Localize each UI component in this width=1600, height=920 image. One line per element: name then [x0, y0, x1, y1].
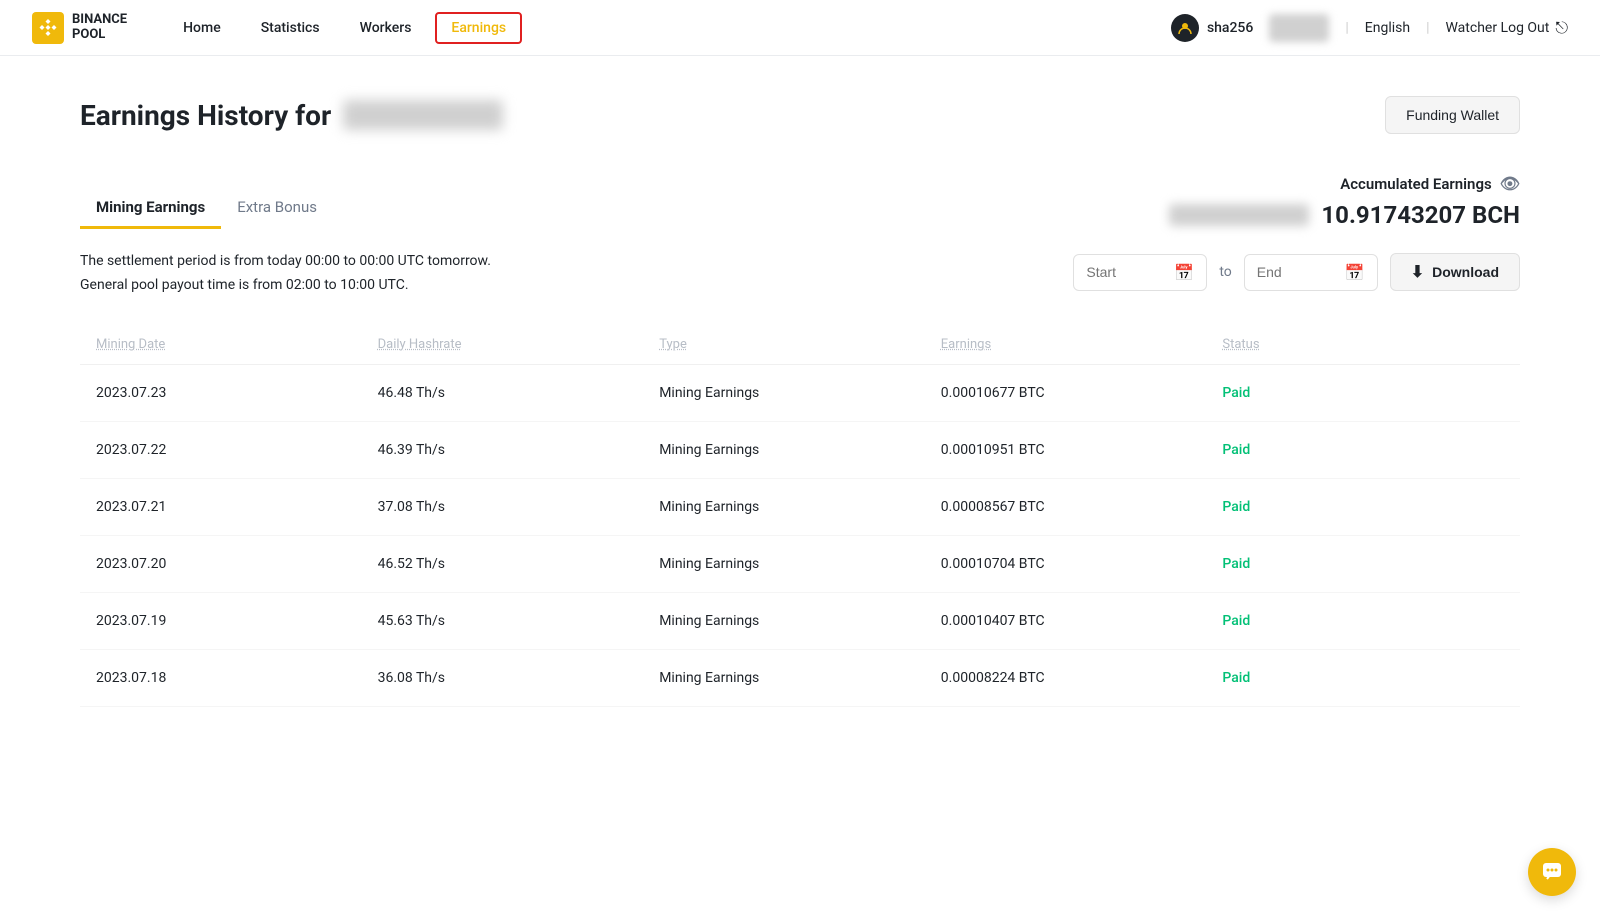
- cell-date: 2023.07.18: [96, 670, 378, 686]
- col-status: Status: [1222, 337, 1504, 352]
- cell-date: 2023.07.22: [96, 442, 378, 458]
- cell-earnings: 0.00010677 BTC: [941, 385, 1223, 401]
- cell-type: Mining Earnings: [659, 556, 941, 572]
- nav-item-workers[interactable]: Workers: [344, 12, 428, 44]
- cell-type: Mining Earnings: [659, 613, 941, 629]
- chat-bubble-button[interactable]: [1528, 848, 1576, 896]
- earnings-table: Mining Date Daily Hashrate Type Earnings…: [80, 325, 1520, 707]
- header: BINANCE POOL Home Statistics Workers Ear…: [0, 0, 1600, 56]
- cell-hashrate: 45.63 Th/s: [378, 613, 660, 629]
- logout-icon: ⎋: [1555, 18, 1568, 38]
- end-date-field[interactable]: [1257, 264, 1337, 280]
- username-blur: [343, 100, 503, 130]
- cell-hashrate: 46.52 Th/s: [378, 556, 660, 572]
- cell-hashrate: 37.08 Th/s: [378, 499, 660, 515]
- start-date-field[interactable]: [1086, 264, 1166, 280]
- cell-status: Paid: [1222, 670, 1504, 686]
- accumulated-value-row: 10.91743207 BCH: [1169, 201, 1520, 229]
- funding-wallet-button[interactable]: Funding Wallet: [1385, 96, 1520, 134]
- cell-status: Paid: [1222, 499, 1504, 515]
- cell-date: 2023.07.20: [96, 556, 378, 572]
- table-row: 2023.07.18 36.08 Th/s Mining Earnings 0.…: [80, 650, 1520, 707]
- settlement-info: The settlement period is from today 00:0…: [80, 253, 491, 269]
- col-daily-hashrate: Daily Hashrate: [378, 337, 660, 352]
- date-range-row: 📅 to 📅 ⬇ Download: [1073, 253, 1520, 291]
- cell-type: Mining Earnings: [659, 385, 941, 401]
- accumulated-label: Accumulated Earnings 👁: [1169, 174, 1520, 193]
- start-date-input[interactable]: 📅: [1073, 254, 1207, 291]
- accumulated-section: Accumulated Earnings 👁 10.91743207 BCH: [1169, 174, 1520, 229]
- cell-status: Paid: [1222, 385, 1504, 401]
- cell-hashrate: 36.08 Th/s: [378, 670, 660, 686]
- cell-earnings: 0.00010704 BTC: [941, 556, 1223, 572]
- accumulated-value: 10.91743207 BCH: [1321, 201, 1520, 229]
- table-row: 2023.07.19 45.63 Th/s Mining Earnings 0.…: [80, 593, 1520, 650]
- cell-earnings: 0.00008224 BTC: [941, 670, 1223, 686]
- cell-earnings: 0.00010951 BTC: [941, 442, 1223, 458]
- binance-logo-icon: [32, 12, 64, 44]
- header-right: sha256 | English | Watcher Log Out ⎋: [1171, 14, 1568, 42]
- cell-date: 2023.07.19: [96, 613, 378, 629]
- tab-list: Mining Earnings Extra Bonus: [80, 188, 333, 229]
- download-icon: ⬇: [1411, 262, 1424, 282]
- username-label: sha256: [1207, 20, 1253, 36]
- nav-item-earnings[interactable]: Earnings: [435, 12, 522, 44]
- cell-hashrate: 46.48 Th/s: [378, 385, 660, 401]
- table-header: Mining Date Daily Hashrate Type Earnings…: [80, 325, 1520, 365]
- accumulated-blur: [1169, 204, 1309, 226]
- download-button[interactable]: ⬇ Download: [1390, 253, 1520, 291]
- main-content: Earnings History for Funding Wallet Mini…: [0, 56, 1600, 747]
- info-section: The settlement period is from today 00:0…: [80, 253, 491, 301]
- cell-earnings: 0.00008567 BTC: [941, 499, 1223, 515]
- table-row: 2023.07.20 46.52 Th/s Mining Earnings 0.…: [80, 536, 1520, 593]
- col-mining-date: Mining Date: [96, 337, 378, 352]
- language-selector[interactable]: English: [1365, 20, 1410, 36]
- end-calendar-icon[interactable]: 📅: [1345, 263, 1365, 282]
- user-info: sha256: [1171, 14, 1253, 42]
- col-type: Type: [659, 337, 941, 352]
- logo[interactable]: BINANCE POOL: [32, 12, 127, 44]
- tabs-row: Mining Earnings Extra Bonus Accumulated …: [80, 174, 1520, 229]
- cell-date: 2023.07.23: [96, 385, 378, 401]
- lang-divider: |: [1345, 20, 1348, 36]
- nav-item-home[interactable]: Home: [167, 12, 237, 44]
- page-header: Earnings History for Funding Wallet: [80, 96, 1520, 134]
- tab-mining-earnings[interactable]: Mining Earnings: [80, 188, 221, 229]
- cell-status: Paid: [1222, 442, 1504, 458]
- table-row: 2023.07.23 46.48 Th/s Mining Earnings 0.…: [80, 365, 1520, 422]
- cell-hashrate: 46.39 Th/s: [378, 442, 660, 458]
- start-calendar-icon[interactable]: 📅: [1174, 263, 1194, 282]
- tab-extra-bonus[interactable]: Extra Bonus: [221, 188, 333, 229]
- user-icon: [1171, 14, 1199, 42]
- cell-type: Mining Earnings: [659, 442, 941, 458]
- to-label: to: [1219, 264, 1231, 280]
- cell-type: Mining Earnings: [659, 499, 941, 515]
- cell-date: 2023.07.21: [96, 499, 378, 515]
- cell-status: Paid: [1222, 556, 1504, 572]
- table-body: 2023.07.23 46.48 Th/s Mining Earnings 0.…: [80, 365, 1520, 707]
- col-earnings: Earnings: [941, 337, 1223, 352]
- lang-divider2: |: [1426, 20, 1429, 36]
- cell-type: Mining Earnings: [659, 670, 941, 686]
- eye-toggle-icon[interactable]: 👁: [1500, 174, 1520, 193]
- logo-text: BINANCE POOL: [72, 13, 127, 42]
- main-nav: Home Statistics Workers Earnings: [167, 12, 1171, 44]
- table-row: 2023.07.21 37.08 Th/s Mining Earnings 0.…: [80, 479, 1520, 536]
- end-date-input[interactable]: 📅: [1244, 254, 1378, 291]
- payout-info: General pool payout time is from 02:00 t…: [80, 277, 491, 293]
- watcher-logout-button[interactable]: Watcher Log Out ⎋: [1445, 18, 1568, 38]
- cell-earnings: 0.00010407 BTC: [941, 613, 1223, 629]
- chat-icon: [1541, 861, 1563, 883]
- nav-item-statistics[interactable]: Statistics: [245, 12, 336, 44]
- table-row: 2023.07.22 46.39 Th/s Mining Earnings 0.…: [80, 422, 1520, 479]
- page-title: Earnings History for: [80, 99, 503, 132]
- avatar-blur: [1269, 14, 1329, 42]
- cell-status: Paid: [1222, 613, 1504, 629]
